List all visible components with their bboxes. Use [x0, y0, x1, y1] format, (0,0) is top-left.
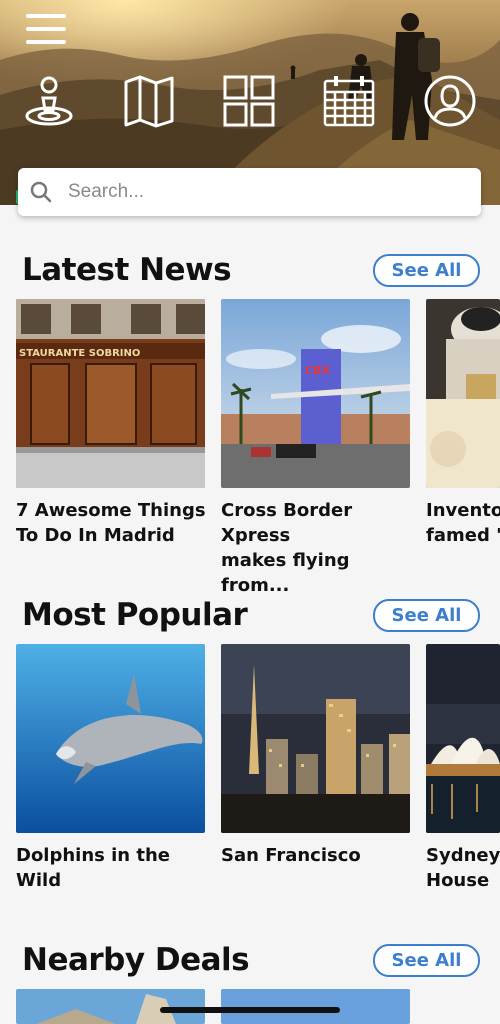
see-all-button[interactable]: See All — [373, 599, 480, 632]
card-caption: Inventor famed 'S — [426, 498, 500, 548]
card-image: CBX — [221, 299, 410, 488]
calendar-icon[interactable] — [322, 74, 376, 128]
caption-line: Dolphins in the Wild — [16, 845, 171, 891]
card-caption: Sydney O House — [426, 843, 500, 893]
card-image — [426, 644, 500, 833]
caption-line: 7 Awesome Things — [16, 500, 206, 521]
profile-icon[interactable] — [423, 74, 477, 128]
section-title: Latest News — [22, 252, 232, 288]
svg-text:CBX: CBX — [305, 364, 330, 377]
home-indicator[interactable] — [160, 1007, 340, 1013]
location-pin-icon[interactable] — [22, 74, 76, 128]
caption-line: famed 'S — [426, 525, 500, 546]
grid-icon[interactable] — [222, 74, 276, 128]
caption-line: House — [426, 870, 490, 891]
caption-line: Inventor — [426, 500, 500, 521]
caption-line: makes flying from... — [221, 550, 350, 596]
map-icon[interactable] — [122, 74, 176, 128]
card-image — [16, 644, 205, 833]
card-caption: 7 Awesome Things To Do In Madrid — [16, 498, 206, 548]
hamburger-menu-button[interactable] — [26, 14, 68, 46]
menu-bar — [26, 14, 66, 18]
popular-card-san-francisco[interactable]: San Francisco — [221, 644, 411, 868]
card-image — [221, 644, 410, 833]
popular-card-dolphins[interactable]: Dolphins in the Wild — [16, 644, 206, 893]
menu-bar — [26, 40, 66, 44]
caption-line: Sydney O — [426, 845, 500, 866]
search-bar[interactable] — [18, 168, 481, 216]
search-icon — [30, 181, 52, 203]
svg-text:STAURANTE SOBRINO: STAURANTE SOBRINO — [19, 348, 140, 359]
card-caption: Cross Border Xpress makes flying from... — [221, 498, 411, 598]
news-card-inventor[interactable]: Inventor famed 'S — [426, 299, 500, 548]
section-title: Nearby Deals — [22, 942, 250, 978]
caption-line: To Do In Madrid — [16, 525, 175, 546]
news-card-madrid[interactable]: STAURANTE SOBRINO 7 Awesome Things To Do… — [16, 299, 206, 548]
card-caption: Dolphins in the Wild — [16, 843, 206, 893]
menu-bar — [26, 27, 66, 31]
section-title: Most Popular — [22, 597, 248, 633]
card-caption: San Francisco — [221, 843, 411, 868]
see-all-button[interactable]: See All — [373, 254, 480, 287]
news-card-cbx[interactable]: CBX Cross Border Xpress makes flying fro… — [221, 299, 411, 598]
popular-card-sydney[interactable]: Sydney O House — [426, 644, 500, 893]
see-all-button[interactable]: See All — [373, 944, 480, 977]
card-image: STAURANTE SOBRINO — [16, 299, 205, 488]
caption-line: San Francisco — [221, 845, 361, 866]
caption-line: Cross Border Xpress — [221, 500, 353, 546]
search-input[interactable] — [66, 180, 450, 204]
card-image — [426, 299, 500, 488]
